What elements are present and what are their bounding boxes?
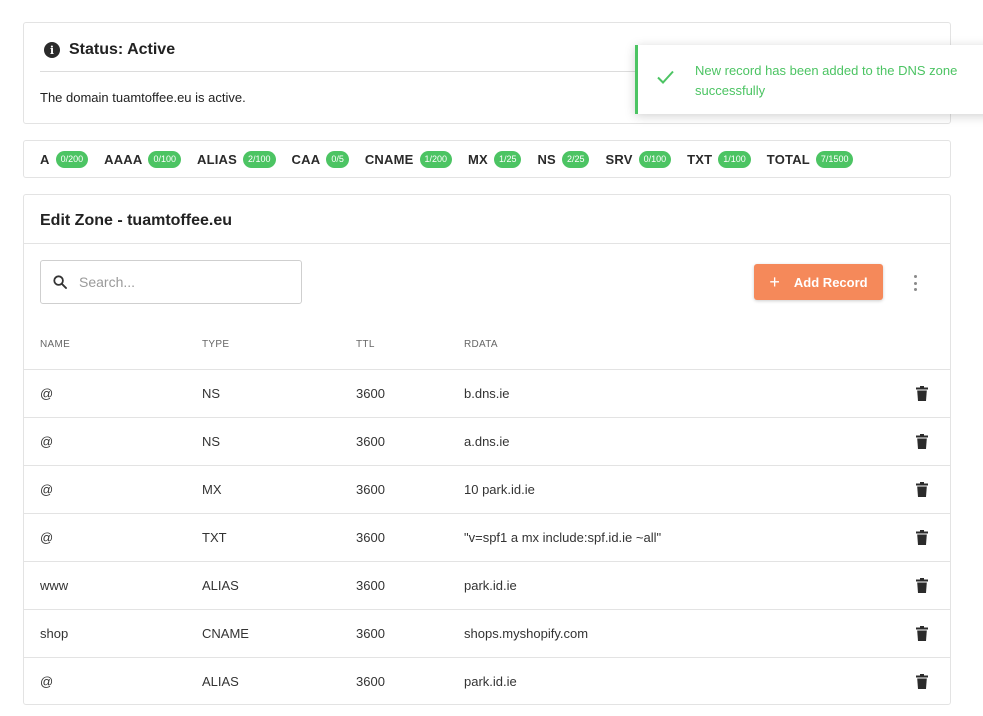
search-input[interactable] — [79, 262, 289, 302]
record-name: @ — [40, 434, 54, 449]
record-type: ALIAS — [202, 674, 239, 689]
record-count-mx: MX 1/25 — [468, 150, 522, 168]
record-count-srv: SRV 0/100 — [605, 150, 672, 168]
record-type: MX — [202, 482, 222, 497]
table-row[interactable]: @ NS 3600 b.dns.ie — [24, 369, 950, 417]
count-badge: 7/1500 — [815, 150, 854, 168]
column-header-ttl: TTL — [356, 339, 375, 350]
record-count-label: TXT — [687, 151, 713, 167]
record-rdata: shops.myshopify.com — [464, 626, 589, 641]
record-ttl: 3600 — [356, 482, 385, 497]
record-ttl: 3600 — [356, 674, 385, 689]
toast-message: New record has been added to the DNS zon… — [695, 63, 958, 98]
record-name: @ — [40, 482, 54, 497]
add-record-label: Add Record — [793, 274, 868, 290]
record-count-total: TOTAL 7/1500 — [766, 150, 854, 168]
count-badge: 0/200 — [55, 150, 89, 168]
record-ttl: 3600 — [356, 578, 385, 593]
delete-record-icon[interactable] — [916, 482, 928, 497]
record-ttl: 3600 — [356, 434, 385, 449]
record-type: NS — [202, 386, 221, 401]
status-message: The domain tuamtoffee.eu is active. — [40, 90, 246, 105]
record-name: www — [40, 578, 69, 593]
table-row[interactable]: @ NS 3600 a.dns.ie — [24, 417, 950, 465]
record-ttl: 3600 — [356, 626, 385, 641]
table-row[interactable]: shop CNAME 3600 shops.myshopify.com — [24, 609, 950, 657]
record-count-label: MX — [468, 151, 488, 167]
column-header-rdata: RDATA — [464, 339, 498, 350]
record-count-label: CAA — [291, 151, 321, 167]
record-count-caa: CAA 0/5 — [291, 150, 349, 168]
record-rdata: a.dns.ie — [464, 434, 510, 449]
record-name: @ — [40, 674, 54, 689]
status-header: i Status: Active — [44, 41, 175, 59]
plus-icon: + — [769, 272, 780, 292]
record-count-label: AAAA — [104, 151, 143, 167]
record-type: ALIAS — [202, 578, 239, 593]
record-count-label: ALIAS — [197, 151, 238, 167]
count-badge: 0/100 — [148, 150, 182, 168]
record-count-aaaa: AAAA 0/100 — [104, 150, 182, 168]
record-count-label: CNAME — [364, 151, 414, 167]
zone-title: Edit Zone - tuamtoffee.eu — [40, 212, 232, 229]
delete-record-icon[interactable] — [916, 530, 928, 545]
record-rdata: 10 park.id.ie — [464, 482, 535, 497]
record-rdata: park.id.ie — [464, 578, 517, 593]
zone-editor-card: Edit Zone - tuamtoffee.eu + Add Record N… — [23, 194, 951, 705]
info-icon: i — [44, 42, 60, 58]
record-count-a: A 0/200 — [40, 150, 89, 168]
record-count-txt: TXT 1/100 — [687, 150, 751, 168]
check-icon — [657, 70, 674, 84]
record-ttl: 3600 — [356, 386, 385, 401]
record-type: CNAME — [202, 626, 249, 641]
record-count-ns: NS 2/25 — [537, 150, 590, 168]
record-rdata: b.dns.ie — [464, 386, 510, 401]
column-header-type: TYPE — [202, 339, 230, 350]
record-rdata: park.id.ie — [464, 674, 517, 689]
record-counts-bar: A 0/200 AAAA 0/100 ALIAS 2/100 CAA 0/5 CNAME 1/20… — [23, 140, 951, 178]
record-count-alias: ALIAS 2/100 — [197, 150, 276, 168]
delete-record-icon[interactable] — [916, 674, 928, 689]
record-name: shop — [40, 626, 69, 641]
delete-record-icon[interactable] — [916, 386, 928, 401]
count-badge: 1/200 — [419, 150, 453, 168]
record-name: @ — [40, 530, 54, 545]
search-field[interactable] — [40, 260, 302, 304]
success-toast: New record has been added to the DNS zon… — [635, 45, 983, 114]
column-header-name: NAME — [40, 339, 71, 350]
count-badge: 2/100 — [243, 150, 276, 168]
record-type: TXT — [202, 530, 227, 545]
records-table-body: @ NS 3600 b.dns.ie @ NS 3600 a.dns.ie @ MX 3600 10 … — [24, 369, 950, 705]
record-count-label: TOTAL — [766, 151, 810, 167]
record-count-label: SRV — [605, 151, 633, 167]
count-badge: 1/100 — [718, 150, 751, 168]
record-ttl: 3600 — [356, 530, 385, 545]
table-row[interactable]: @ ALIAS 3600 park.id.ie — [24, 657, 950, 705]
status-title: Status: Active — [69, 41, 176, 58]
count-badge: 1/25 — [493, 150, 522, 168]
record-name: @ — [40, 386, 54, 401]
table-header: NAME TYPE TTL RDATA — [24, 331, 950, 369]
delete-record-icon[interactable] — [916, 434, 928, 449]
add-record-button[interactable]: + Add Record — [754, 264, 883, 300]
count-badge: 0/5 — [326, 150, 349, 168]
table-row[interactable]: www ALIAS 3600 park.id.ie — [24, 561, 950, 609]
record-count-label: A — [40, 151, 50, 167]
delete-record-icon[interactable] — [916, 626, 928, 641]
table-row[interactable]: @ TXT 3600 "v=spf1 a mx include:spf.id.ie ~… — [24, 513, 950, 561]
count-badge: 0/100 — [638, 150, 672, 168]
search-icon — [41, 275, 79, 289]
more-options-icon[interactable] — [911, 275, 919, 291]
count-badge: 2/25 — [561, 150, 590, 168]
record-count-label: NS — [537, 151, 556, 167]
divider — [24, 243, 950, 244]
delete-record-icon[interactable] — [916, 578, 928, 593]
table-row[interactable]: @ MX 3600 10 park.id.ie — [24, 465, 950, 513]
record-count-cname: CNAME 1/200 — [364, 150, 453, 168]
record-type: NS — [202, 434, 221, 449]
record-rdata: "v=spf1 a mx include:spf.id.ie ~all" — [464, 530, 662, 545]
